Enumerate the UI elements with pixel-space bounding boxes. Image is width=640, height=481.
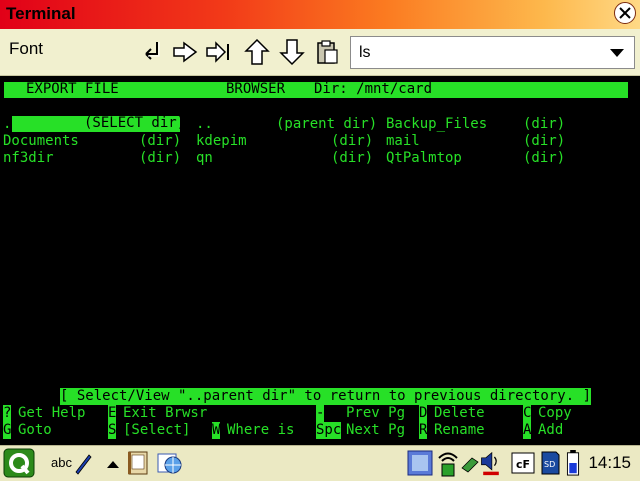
command-label: Where is <box>227 422 295 438</box>
file-entry-type: (dir) <box>139 133 182 149</box>
network-icon[interactable] <box>460 450 480 476</box>
file-entry-name[interactable]: kdepim <box>196 133 247 150</box>
command-label: Rename <box>434 422 485 438</box>
command-key[interactable]: R <box>419 422 428 439</box>
browser-icon[interactable] <box>156 450 184 476</box>
file-entry-type: (parent dir) <box>276 116 378 132</box>
file-entry-name[interactable]: Backup_Files <box>386 116 487 133</box>
space-icon[interactable] <box>172 39 198 65</box>
volume-icon[interactable] <box>478 450 504 476</box>
up-arrow-icon[interactable] <box>244 39 270 65</box>
command-label: Exit Brwsr <box>123 405 208 421</box>
command-key[interactable]: C <box>523 405 532 422</box>
command-key[interactable]: - <box>316 405 325 422</box>
chevron-up-icon[interactable] <box>106 459 120 469</box>
command-label: Next Pg <box>346 422 406 438</box>
header-dir: Dir: /mnt/card <box>314 81 433 97</box>
command-label: Delete <box>434 405 485 421</box>
taskbar: abc cF SD 14:15 <box>0 445 640 481</box>
clock[interactable]: 14:15 <box>588 453 631 473</box>
status-message: [ Select/View "..parent dir" to return t… <box>60 388 592 405</box>
chevron-down-icon[interactable] <box>610 49 624 57</box>
svg-text:SD: SD <box>544 460 555 469</box>
file-entry-type: (dir) <box>139 150 182 166</box>
title-bar: Terminal <box>0 0 640 29</box>
file-entry-type: (dir) <box>523 133 566 149</box>
battery-icon[interactable] <box>566 450 580 476</box>
file-entry-name[interactable]: nf3dir <box>3 150 54 167</box>
command-key[interactable]: E <box>108 405 117 422</box>
toolbar: Font ls <box>0 29 640 76</box>
command-label: Copy <box>538 405 572 421</box>
enter-icon[interactable] <box>138 39 164 65</box>
terminal-screen[interactable]: EXPORT FILE BROWSER Dir: /mnt/card . (SE… <box>0 76 640 445</box>
command-key[interactable]: G <box>3 422 12 439</box>
close-button[interactable] <box>614 2 636 24</box>
file-entry-type: (SELECT dir) <box>84 115 186 131</box>
command-label: Goto <box>18 422 52 438</box>
command-key[interactable]: ? <box>3 405 12 422</box>
command-key[interactable]: Spc <box>316 422 342 439</box>
svg-text:cF: cF <box>516 458 530 471</box>
file-entry-selected[interactable]: (SELECT dir) <box>12 115 185 132</box>
pen-icon[interactable] <box>73 450 93 476</box>
command-key[interactable]: A <box>523 422 532 439</box>
wireless-icon[interactable] <box>436 448 460 478</box>
file-entry-name[interactable]: qn <box>196 150 213 167</box>
command-select-value: ls <box>359 44 371 61</box>
cf-card-icon[interactable]: cF <box>510 450 536 476</box>
sd-card-icon[interactable]: SD <box>539 450 561 476</box>
display-icon[interactable] <box>407 450 433 476</box>
header-mode: BROWSER <box>226 81 286 97</box>
window-title: Terminal <box>6 4 76 23</box>
file-entry-name[interactable]: QtPalmtop <box>386 150 462 167</box>
file-entry-type: (dir) <box>331 150 374 166</box>
file-entry-name[interactable]: .. <box>196 116 213 133</box>
command-label: Get Help <box>18 405 86 421</box>
tab-icon[interactable] <box>206 39 232 65</box>
close-icon <box>619 7 631 19</box>
command-select[interactable]: ls <box>350 36 635 69</box>
command-key[interactable]: S <box>108 422 117 439</box>
browser-header: EXPORT FILE BROWSER Dir: /mnt/card <box>4 81 628 98</box>
command-key[interactable]: W <box>212 422 221 439</box>
file-entry-type: (dir) <box>523 150 566 166</box>
q-start-icon[interactable] <box>3 448 35 478</box>
file-entry-type: (dir) <box>523 116 566 132</box>
command-label: Prev Pg <box>346 405 406 421</box>
input-method-label[interactable]: abc <box>51 455 72 470</box>
paste-icon[interactable] <box>314 39 340 65</box>
command-label: [Select] <box>123 422 191 438</box>
file-entry-name[interactable]: . <box>3 116 11 133</box>
file-entry-name[interactable]: Documents <box>3 133 79 150</box>
header-title: EXPORT FILE <box>26 81 119 97</box>
file-entry-type: (dir) <box>331 133 374 149</box>
font-menu[interactable]: Font <box>9 39 43 59</box>
command-label: Add <box>538 422 564 438</box>
down-arrow-icon[interactable] <box>279 39 305 65</box>
notepad-icon[interactable] <box>126 450 150 476</box>
file-entry-name[interactable]: mail <box>386 133 420 150</box>
command-key[interactable]: D <box>419 405 428 422</box>
